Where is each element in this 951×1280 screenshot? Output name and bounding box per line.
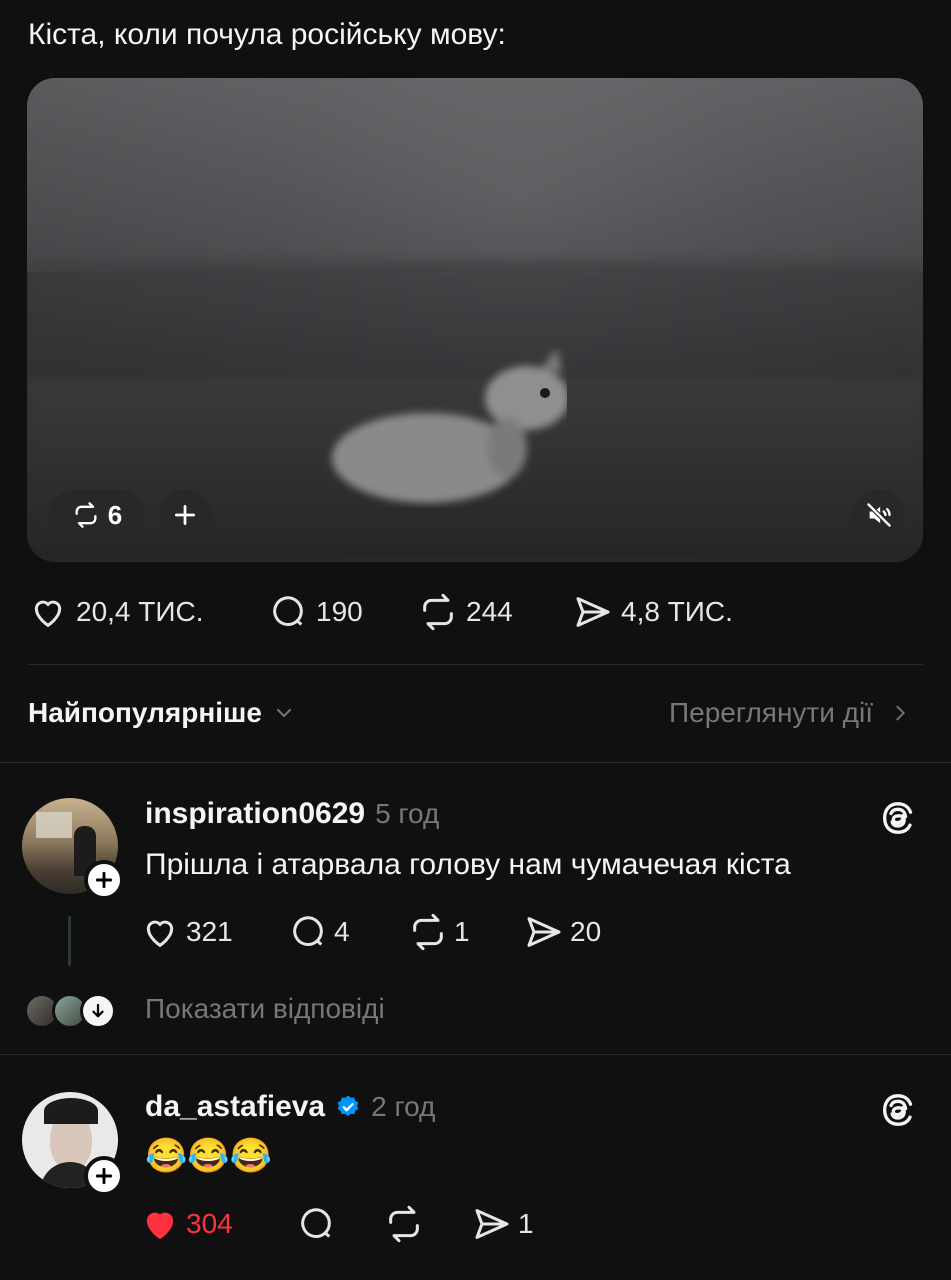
chevron-down-icon — [276, 709, 291, 718]
repost-button[interactable] — [384, 1204, 472, 1244]
comment-actions: 321 4 1 20 — [140, 912, 601, 952]
post-video[interactable]: 6 — [27, 78, 923, 562]
video-mute-button[interactable] — [853, 490, 905, 540]
comment-icon — [293, 916, 323, 946]
reply-button[interactable] — [296, 1204, 384, 1244]
sort-label: Найпопулярніше — [28, 697, 262, 728]
view-activity-label: Переглянути дії — [669, 697, 873, 728]
share-count: 20 — [570, 916, 602, 947]
repost-icon — [389, 1205, 419, 1243]
heart-icon — [146, 920, 174, 948]
share-button[interactable]: 4,8 ТИС. — [573, 592, 733, 632]
send-icon — [576, 597, 610, 627]
repost-count: 244 — [466, 596, 513, 627]
send-icon — [527, 917, 561, 947]
repost-icon — [423, 593, 453, 631]
chevron-right-icon — [896, 705, 905, 721]
comment-actions: 304 1 — [140, 1204, 534, 1244]
divider — [0, 762, 951, 763]
heart-filled-icon — [146, 1212, 174, 1240]
divider — [28, 664, 923, 665]
follow-button[interactable] — [84, 860, 124, 900]
repost-icon — [75, 502, 97, 528]
video-sky — [27, 78, 923, 272]
post-stats: 20,4 ТИС. 190 244 4,8 ТИС. — [28, 592, 733, 632]
sort-dropdown[interactable]: Найпопулярніше — [28, 697, 296, 729]
arrow-down-icon — [92, 1003, 104, 1018]
username[interactable]: inspiration0629 — [145, 797, 365, 831]
comment-text: Прішла і атарвала голову нам чумачечая к… — [145, 848, 791, 881]
video-repost-pill[interactable]: 6 — [49, 490, 145, 540]
timestamp: 2 год — [371, 1091, 436, 1122]
share-button[interactable]: 20 — [524, 912, 601, 952]
comment-icon — [301, 1208, 331, 1238]
follow-button[interactable] — [84, 1156, 124, 1196]
divider — [0, 1054, 951, 1055]
threads-icon[interactable] — [878, 798, 918, 838]
post-caption: Кіста, коли почула російську мову: — [28, 18, 506, 51]
speaker-muted-icon — [866, 502, 892, 528]
like-button[interactable]: 321 — [140, 912, 288, 952]
share-count: 1 — [518, 1208, 534, 1239]
like-button[interactable]: 20,4 ТИС. — [28, 592, 268, 632]
thread-line — [68, 916, 71, 966]
share-button[interactable]: 1 — [472, 1204, 534, 1244]
like-count: 20,4 ТИС. — [76, 596, 204, 627]
like-count: 321 — [186, 916, 233, 947]
video-repost-count: 6 — [107, 499, 123, 530]
username[interactable]: da_astafieva — [145, 1090, 325, 1124]
plus-icon — [95, 871, 113, 889]
heart-icon — [34, 600, 62, 628]
show-replies-icon — [80, 993, 116, 1029]
timestamp: 5 год — [375, 798, 440, 829]
like-count: 304 — [186, 1208, 233, 1239]
view-activity-link[interactable]: Переглянути дії — [669, 697, 911, 729]
repost-icon — [413, 913, 443, 951]
comment-icon — [273, 596, 303, 626]
repost-count: 1 — [454, 916, 470, 947]
send-icon — [475, 1209, 509, 1239]
plus-icon — [95, 1167, 113, 1185]
repost-button[interactable]: 244 — [418, 592, 573, 632]
share-count: 4,8 ТИС. — [621, 596, 733, 627]
avatar-detail — [36, 812, 72, 838]
comment-text: 😂😂😂 — [145, 1137, 273, 1175]
reply-avatars[interactable] — [24, 993, 116, 1029]
comment-author[interactable]: da_astafieva 2 год — [145, 1090, 435, 1124]
avatar-detail — [44, 1098, 98, 1124]
like-button[interactable]: 304 — [140, 1204, 296, 1244]
verified-badge-icon — [337, 1095, 359, 1116]
plus-icon — [174, 504, 196, 526]
reply-button[interactable]: 4 — [288, 912, 408, 952]
threads-icon[interactable] — [878, 1090, 918, 1130]
comment-count: 190 — [316, 596, 363, 627]
reply-count: 4 — [334, 916, 350, 947]
show-replies-button[interactable]: Показати відповіді — [145, 993, 385, 1025]
video-animal — [332, 348, 567, 503]
repost-button[interactable]: 1 — [408, 912, 524, 952]
comment-author[interactable]: inspiration0629 5 год — [145, 797, 439, 831]
comment-button[interactable]: 190 — [268, 592, 418, 632]
video-add-button[interactable] — [159, 490, 211, 540]
